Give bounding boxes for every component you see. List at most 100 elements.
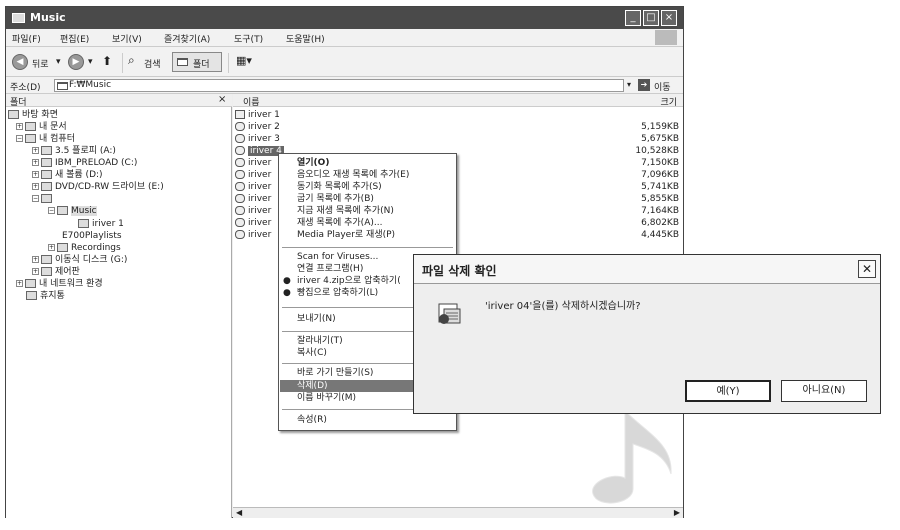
media-file-icon: [235, 158, 245, 167]
tree-item-network[interactable]: + 내 네트워크 환경: [16, 278, 103, 290]
cd-drive-icon: [41, 182, 52, 191]
drive-icon: [41, 170, 52, 179]
menu-view[interactable]: 보기(V): [112, 32, 142, 45]
menu-file[interactable]: 파일(F): [12, 32, 41, 45]
computer-icon: [25, 134, 36, 143]
tree-item-recycle-bin[interactable]: 휴지통: [26, 290, 65, 302]
collapse-icon[interactable]: −: [48, 207, 55, 214]
close-button[interactable]: ×: [661, 10, 677, 26]
search-icon[interactable]: ⌕: [128, 53, 135, 68]
folder-icon: [12, 13, 25, 23]
folder-icon: [57, 243, 68, 252]
tree-item-playlists[interactable]: E700Playlists: [62, 230, 122, 242]
address-dropdown-icon[interactable]: ▾: [627, 80, 631, 89]
address-value: F:₩Music: [69, 80, 112, 90]
menu-item-play-with-media-player[interactable]: Media Player로 재생(P): [280, 229, 455, 241]
folder-pane: 폴더 × 바탕 화면 + 내 문서 − 내 컴퓨터 +3.5 플로피 (A:) + I…: [6, 94, 232, 518]
tree-item-my-computer[interactable]: − 내 컴퓨터: [16, 133, 75, 145]
media-file-icon: [235, 146, 245, 155]
menu-item-open[interactable]: 열기(O): [280, 157, 455, 169]
separator: [228, 53, 229, 73]
menu-help[interactable]: 도움말(H): [286, 32, 325, 45]
collapse-icon[interactable]: −: [32, 195, 39, 202]
collapse-icon[interactable]: −: [16, 135, 23, 142]
forward-dropdown-icon[interactable]: ▾: [88, 57, 93, 67]
yes-button[interactable]: 예(Y): [685, 380, 771, 402]
address-input[interactable]: F:₩Music: [54, 79, 624, 92]
floppy-icon: [41, 146, 52, 155]
tree-item-iriver-1[interactable]: iriver 1: [78, 218, 124, 230]
scroll-right-icon[interactable]: ▶: [674, 508, 680, 517]
tree-item-music[interactable]: − Music: [48, 205, 97, 217]
forward-arrow-icon[interactable]: ▶: [68, 54, 84, 70]
recycle-bin-icon: [26, 291, 37, 300]
expand-icon[interactable]: +: [32, 268, 39, 275]
menu-item-add-to-now-playing[interactable]: 지금 재생 목록에 추가(N): [280, 205, 455, 217]
tree-item-drive-g[interactable]: + 이동식 디스크 (G:): [32, 254, 127, 266]
no-button[interactable]: 아니요(N): [781, 380, 867, 402]
tree-item-drive-e[interactable]: + DVD/CD-RW 드라이브 (E:): [32, 181, 164, 193]
column-size[interactable]: 크기: [660, 95, 677, 108]
scroll-left-icon[interactable]: ◀: [236, 508, 242, 517]
network-icon: [25, 279, 36, 288]
horizontal-scrollbar[interactable]: ◀ ▶: [233, 507, 683, 518]
music-note-watermark-icon: [592, 408, 672, 504]
maximize-button[interactable]: □: [643, 10, 659, 26]
expand-icon[interactable]: +: [32, 159, 39, 166]
folders-button[interactable]: 폴더: [172, 52, 222, 72]
tree-item-drive-f[interactable]: −: [32, 193, 55, 205]
menu-item-add-to-playlist[interactable]: 재생 목록에 추가(A)...: [280, 217, 455, 229]
windows-logo-icon: [655, 30, 677, 45]
go-button[interactable]: 이동: [654, 80, 671, 93]
back-arrow-icon[interactable]: ◀: [12, 54, 28, 70]
file-row[interactable]: iriver 3 5,675KB: [235, 133, 681, 145]
tree-item-drive-c[interactable]: + IBM_PRELOAD (C:): [32, 157, 137, 169]
folder-pane-title: 폴더: [10, 98, 27, 108]
expand-icon[interactable]: +: [32, 183, 39, 190]
expand-icon[interactable]: +: [32, 147, 39, 154]
dialog-title-bar[interactable]: 파일 삭제 확인 ✕: [414, 255, 880, 284]
folder-pane-header: 폴더 ×: [6, 94, 232, 108]
address-label: 주소(D): [10, 83, 41, 93]
drive-icon: [41, 158, 52, 167]
title-bar[interactable]: Music _ □ ×: [6, 7, 683, 29]
up-folder-icon[interactable]: ⬆: [102, 54, 112, 68]
tree-item-control-panel[interactable]: + 제어판: [32, 266, 80, 278]
drive-icon: [41, 194, 52, 203]
window-title: Music: [30, 11, 66, 24]
folder-icon: [235, 110, 245, 119]
views-icon[interactable]: ▦▾: [236, 54, 252, 67]
tree-item-floppy[interactable]: +3.5 플로피 (A:): [32, 145, 116, 157]
menu-item-add-to-audio-playlist[interactable]: 음오디오 재생 목록에 추가(E): [280, 169, 455, 181]
search-button[interactable]: 검색: [144, 57, 161, 70]
menu-item-add-to-burn-list[interactable]: 굽기 목록에 추가(B): [280, 193, 455, 205]
tree-item-documents[interactable]: + 내 문서: [16, 121, 67, 133]
go-arrow-icon[interactable]: ➔: [638, 79, 650, 91]
column-name[interactable]: 이름: [243, 95, 260, 108]
menu-item-properties[interactable]: 속성(R): [280, 414, 455, 426]
menu-edit[interactable]: 편집(E): [60, 32, 89, 45]
expand-icon[interactable]: +: [16, 280, 23, 287]
menu-item-add-to-sync-list[interactable]: 동기화 목록에 추가(S): [280, 181, 455, 193]
stray-label: E700: [62, 231, 85, 241]
expand-icon[interactable]: +: [32, 171, 39, 178]
menu-favorites[interactable]: 즐겨찾기(A): [164, 32, 210, 45]
expand-icon[interactable]: +: [32, 256, 39, 263]
expand-icon[interactable]: +: [48, 244, 55, 251]
file-row[interactable]: iriver 2 5,159KB: [235, 121, 681, 133]
menu-separator: [282, 247, 453, 248]
back-dropdown-icon[interactable]: ▾: [56, 57, 61, 67]
dialog-close-icon[interactable]: ✕: [858, 260, 876, 278]
tree-item-recordings[interactable]: + Recordings: [48, 242, 121, 254]
folder-icon: [57, 82, 68, 90]
minimize-button[interactable]: _: [625, 10, 641, 26]
menu-tools[interactable]: 도구(T): [234, 32, 263, 45]
desktop-icon: [8, 110, 19, 119]
folder-pane-close-icon[interactable]: ×: [218, 94, 226, 105]
compress-icon: ●: [283, 288, 291, 298]
expand-icon[interactable]: +: [16, 123, 23, 130]
tree-item-drive-d[interactable]: + 새 볼륨 (D:): [32, 169, 103, 181]
back-button[interactable]: 뒤로: [32, 57, 49, 70]
tree-item-desktop[interactable]: 바탕 화면: [8, 109, 58, 121]
file-row[interactable]: iriver 1: [235, 109, 681, 121]
